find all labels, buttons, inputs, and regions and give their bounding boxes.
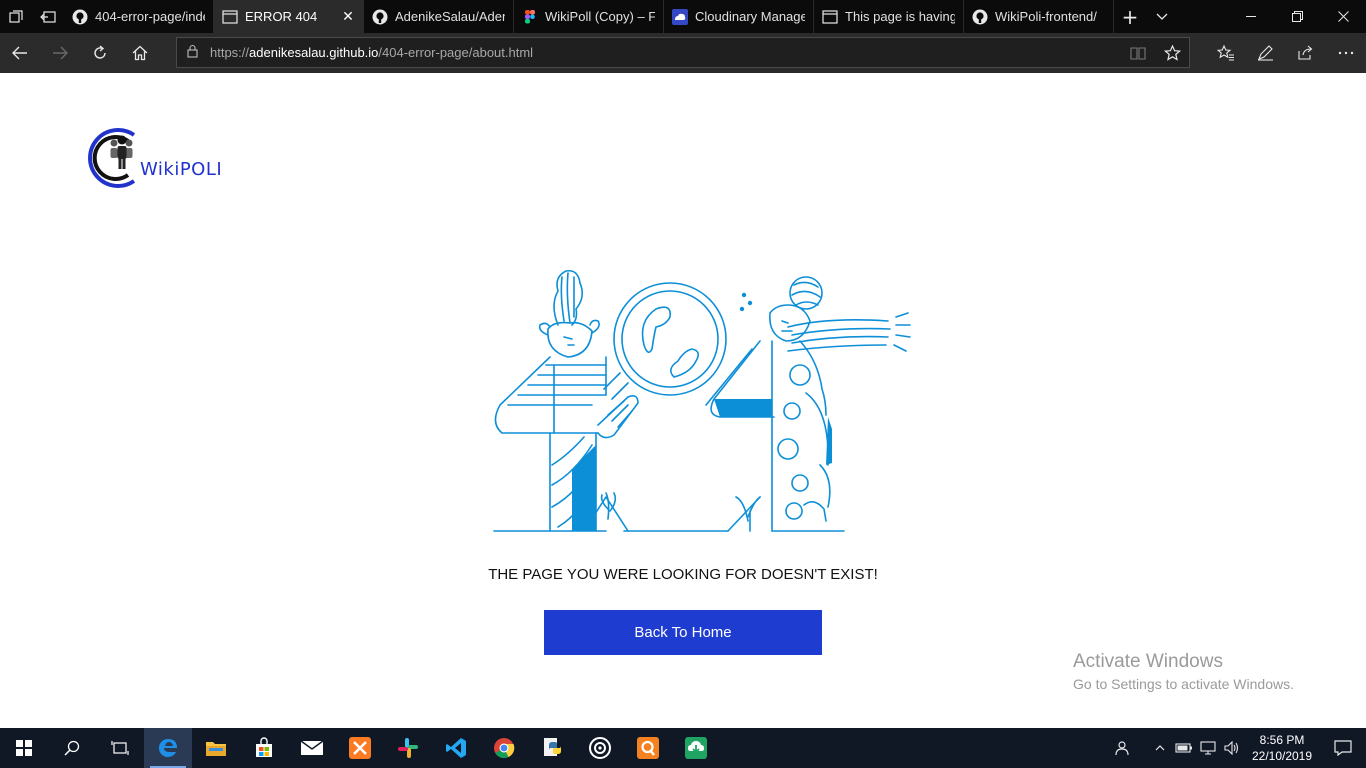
obs-icon[interactable] [576,728,624,768]
slack-icon[interactable] [384,728,432,768]
github-icon [372,9,388,25]
xampp-icon[interactable] [336,728,384,768]
watermark-subtitle: Go to Settings to activate Windows. [1073,676,1294,692]
activate-windows-watermark: Activate Windows Go to Settings to activ… [1073,651,1294,692]
close-tab-icon[interactable]: ✕ [341,8,355,25]
tab-bar: 404-error-page/index ERROR 404 ✕ Adenike… [0,0,1366,33]
store-icon[interactable] [240,728,288,768]
refresh-icon[interactable] [80,33,120,73]
edge-icon[interactable] [144,728,192,768]
task-view-icon[interactable] [96,728,144,768]
notifications-icon[interactable] [1320,728,1366,768]
python-icon[interactable] [528,728,576,768]
cloud-download-icon[interactable] [672,728,720,768]
favorite-star-icon[interactable] [1155,38,1189,67]
more-options-icon[interactable] [1326,33,1366,73]
back-to-home-button[interactable]: Back To Home [544,610,822,655]
set-aside-tabs-icon[interactable] [32,0,64,33]
forward-icon[interactable] [40,33,80,73]
system-clock[interactable]: 8:56 PM 22/10/2019 [1244,732,1320,764]
file-explorer-icon[interactable] [192,728,240,768]
tab-label: 404-error-page/index [95,9,205,24]
battery-icon[interactable] [1172,728,1196,768]
page-icon [822,9,838,25]
logo-mark-icon [88,128,136,188]
logo-text: WikiPOLI [140,159,223,180]
tab-404-error-page[interactable]: 404-error-page/index [64,0,214,33]
tab-label: WikiPoli-frontend/ [995,9,1097,24]
url-scheme: https:// [210,45,250,60]
clock-date: 22/10/2019 [1251,749,1313,763]
restore-icon[interactable] [1274,0,1320,33]
404-illustration [493,269,911,532]
share-icon[interactable] [1286,33,1326,73]
navigation-bar: https://adenikesalau.github.io/404-error… [0,33,1366,73]
start-icon[interactable] [0,728,48,768]
chrome-icon[interactable] [480,728,528,768]
github-icon [72,9,88,25]
back-icon[interactable] [0,33,40,73]
tab-label: AdenikeSalau/Adenike [395,9,505,24]
watermark-title: Activate Windows [1073,651,1223,672]
tab-actions-icon[interactable] [0,0,32,33]
tab-label: WikiPoll (Copy) – Figma [545,9,655,24]
mail-icon[interactable] [288,728,336,768]
vscode-icon[interactable] [432,728,480,768]
magnifier-outer [613,282,727,396]
new-tab-icon[interactable]: + [1114,0,1146,33]
url-path: /404-error-page/about.html [378,45,534,60]
tab-label: Cloudinary Management [695,9,805,24]
page-content: WikiPOLI THE PAGE YOU WERE LOOKING FOR D… [0,73,1366,728]
q-app-icon[interactable] [624,728,672,768]
tab-wikipoli-frontend[interactable]: WikiPoli-frontend/ [964,0,1114,33]
close-window-icon[interactable] [1320,0,1366,33]
tab-label: This page is having a problem [845,9,955,24]
clock-time: 8:56 PM [1259,733,1305,747]
network-icon[interactable] [1196,728,1220,768]
tab-wikipoll-figma[interactable]: WikiPoll (Copy) – Figma [514,0,664,33]
web-note-pen-icon[interactable] [1246,33,1286,73]
figma-icon [522,9,538,25]
tab-label: ERROR 404 [245,9,318,24]
tab-preview-chevron-icon[interactable] [1146,0,1178,33]
favorites-hub-icon[interactable] [1206,33,1246,73]
url-host: adenikesalau.github.io [249,45,379,60]
address-bar[interactable]: https://adenikesalau.github.io/404-error… [176,37,1190,68]
wikipoli-logo[interactable]: WikiPOLI [84,125,234,191]
volume-icon[interactable] [1220,728,1244,768]
taskbar: 8:56 PM 22/10/2019 [0,728,1366,768]
home-icon[interactable] [120,33,160,73]
show-hidden-icons-icon[interactable] [1148,728,1172,768]
left-face [547,321,593,358]
minimize-icon[interactable] [1228,0,1274,33]
tab-page-problem[interactable]: This page is having a problem [814,0,964,33]
system-tray: 8:56 PM 22/10/2019 [1110,728,1366,768]
search-icon[interactable] [48,728,96,768]
lock-icon [187,43,198,62]
github-icon [972,9,988,25]
people-icon[interactable] [1110,728,1134,768]
cloudinary-icon [672,8,688,25]
url-text[interactable]: https://adenikesalau.github.io/404-error… [210,45,533,60]
tab-cloudinary[interactable]: Cloudinary Management [664,0,814,33]
error-message: THE PAGE YOU WERE LOOKING FOR DOESN'T EX… [488,566,878,583]
reading-view-icon[interactable] [1121,38,1155,67]
page-icon [222,9,238,25]
tab-adenikesalau[interactable]: AdenikeSalau/Adenike [364,0,514,33]
tab-error-404[interactable]: ERROR 404 ✕ [214,0,364,33]
